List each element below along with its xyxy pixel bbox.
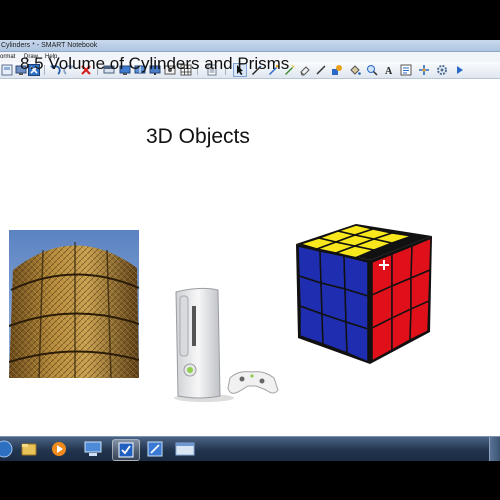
- title-bar[interactable]: Cylinders * - SMART Notebook: [0, 40, 500, 52]
- rubiks-cube-photo[interactable]: [292, 220, 436, 366]
- slide-subheading: 3D Objects: [146, 125, 250, 148]
- smart-notebook-icon[interactable]: [112, 439, 140, 461]
- smart-board-icon[interactable]: [142, 439, 168, 459]
- media-player-icon[interactable]: [46, 439, 72, 459]
- eraser-icon[interactable]: [299, 64, 311, 76]
- line-icon[interactable]: [315, 64, 327, 76]
- start-orb-icon[interactable]: [0, 439, 14, 459]
- properties-icon[interactable]: [400, 64, 412, 76]
- arrow-icon[interactable]: [454, 64, 466, 76]
- gear-icon[interactable]: [436, 64, 448, 76]
- measurement-icon[interactable]: [366, 64, 378, 76]
- show-desktop-button[interactable]: [489, 437, 500, 461]
- screen-border: [0, 461, 500, 500]
- fill-icon[interactable]: [349, 64, 361, 76]
- move-toolbar-icon[interactable]: [418, 64, 430, 76]
- svg-text:A: A: [385, 66, 393, 76]
- page-sorter-icon[interactable]: [1, 64, 13, 76]
- window-icon[interactable]: [172, 439, 198, 459]
- network-icon[interactable]: [80, 439, 106, 459]
- menu-format[interactable]: ormat: [0, 52, 15, 62]
- window-title: Cylinders * - SMART Notebook: [1, 42, 98, 49]
- slide-heading: 8.5 Volume of Cylinders and Prisms: [20, 54, 290, 73]
- silo-photo[interactable]: [9, 230, 139, 378]
- taskbar: [0, 436, 500, 461]
- shapes-icon[interactable]: [331, 64, 343, 76]
- text-icon[interactable]: A: [384, 64, 396, 76]
- xbox-console-photo[interactable]: [170, 286, 282, 404]
- explorer-icon[interactable]: [16, 439, 42, 459]
